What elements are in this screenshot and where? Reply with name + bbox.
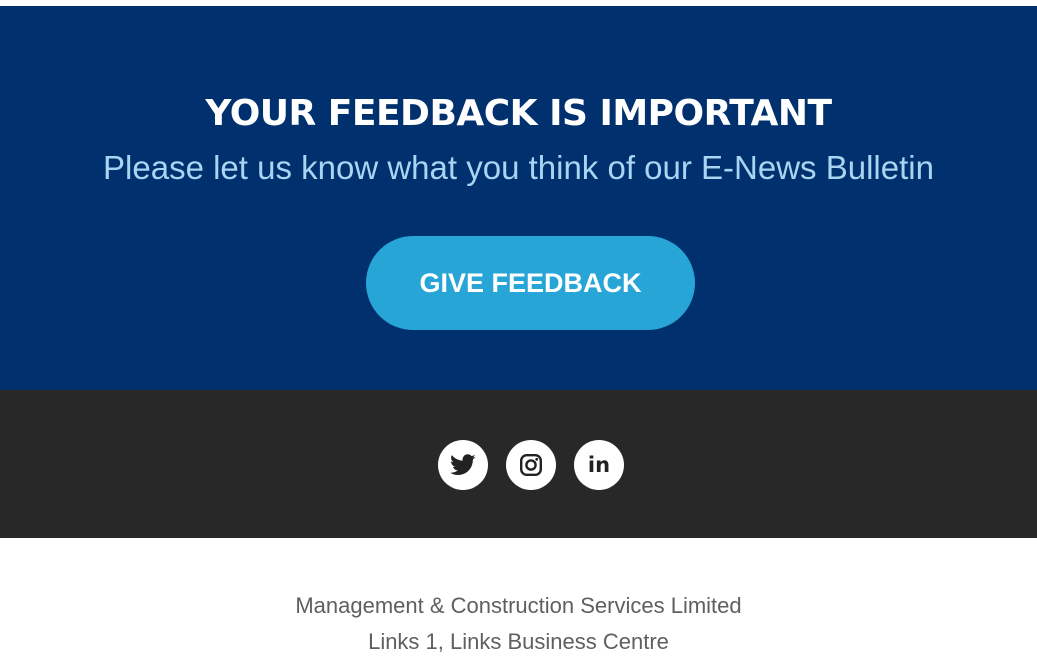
twitter-icon [450,454,476,476]
instagram-icon [519,453,543,477]
address-line: Links 1, Links Business Centre [368,629,669,654]
newsletter-page: YOUR FEEDBACK IS IMPORTANT Please let us… [0,0,1037,664]
give-feedback-button[interactable]: GIVE FEEDBACK [366,236,695,330]
instagram-link[interactable] [506,440,556,490]
social-links-bar: in [0,390,1037,538]
company-name: Management & Construction Services Limit… [295,593,742,618]
footer: Management & Construction Services Limit… [0,538,1037,664]
twitter-link[interactable] [438,440,488,490]
feedback-subtitle: Please let us know what you think of our… [103,149,934,186]
feedback-section: YOUR FEEDBACK IS IMPORTANT Please let us… [0,6,1037,390]
linkedin-link[interactable]: in [574,440,624,490]
linkedin-icon: in [587,452,611,477]
feedback-title: YOUR FEEDBACK IS IMPORTANT [205,93,832,134]
